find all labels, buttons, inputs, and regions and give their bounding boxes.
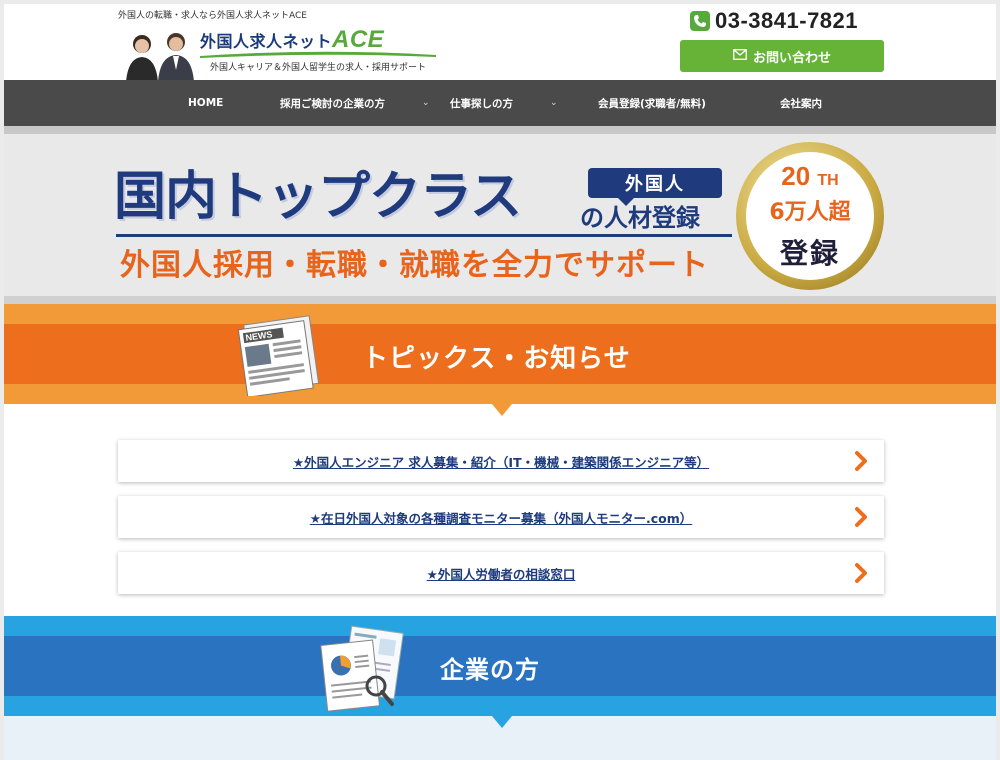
topic-link[interactable]: ★外国人労働者の相談窓口 [427,564,576,583]
hero-subline: 外国人採用・転職・就職を全力でサポート [120,248,709,283]
hero-headline: 国内トップクラス [114,167,522,227]
hero-underline [116,234,732,237]
page-frame: 外国人の転職・求人なら外国人求人ネットACE 外国人求人ネットACE 外国人キャ… [4,4,996,760]
badge-inner: 20 TH 6万人超 登録 [746,152,874,280]
hero-tag-top: 外国人 [588,168,722,206]
hero-bottom-divider [4,296,996,304]
topic-item[interactable]: ★在日外国人対象の各種調査モニター募集（外国人モニター.com） [118,496,884,538]
site-tagline: 外国人の転職・求人なら外国人求人ネットACE [118,11,307,21]
logo-ace-text: ACE [332,26,385,53]
chevron-down-icon[interactable]: ⌄ [550,80,558,126]
chevron-right-icon [855,563,867,583]
badge-suffix: TH [817,171,839,189]
logo-people-image [126,33,194,82]
badge-line2: 6万人超 [769,199,851,225]
report-document-icon [320,625,404,712]
nav-item-jobseekers[interactable]: 仕事探しの方 [450,80,513,126]
nav-item-home[interactable]: HOME [188,80,223,126]
company-pointer [492,716,512,728]
logo-swoosh [200,51,436,58]
topic-item[interactable]: ★外国人エンジニア 求人募集・紹介（IT・機械・建築関係エンジニア等） [118,440,884,482]
topics-title: トピックス・お知らせ [362,344,631,374]
nav-item-label: HOME [188,97,224,109]
topic-link[interactable]: ★外国人エンジニア 求人募集・紹介（IT・機械・建築関係エンジニア等） [293,452,709,471]
contact-button[interactable]: お問い合わせ [680,40,884,72]
chevron-right-icon [855,451,867,471]
nav-item-label: 会員登録(求職者/無料) [598,97,706,110]
nav-item-company[interactable]: 会社案内 [780,80,822,126]
topic-link[interactable]: ★在日外国人対象の各種調査モニター募集（外国人モニター.com） [310,508,692,527]
contact-button-label: お問い合わせ [752,50,831,66]
phone-number-text: 03-3841-7821 [715,8,859,33]
badge-line1: 20 TH [781,161,838,192]
nav-item-employers[interactable]: 採用ご検討の企業の方 [280,80,385,126]
hero-divider [4,126,996,134]
nav-item-label: 会社案内 [780,97,822,110]
chevron-down-icon[interactable]: ⌄ [422,80,430,126]
anniversary-badge: 20 TH 6万人超 登録 [736,142,884,290]
company-title: 企業の方 [440,656,540,684]
nav-item-label: 採用ご検討の企業の方 [280,97,385,110]
phone-number[interactable]: 03-3841-7821 [690,8,858,34]
main-nav: HOME 採用ご検討の企業の方 ⌄ 仕事探しの方 ⌄ 会員登録(求職者/無料) … [4,80,996,126]
nav-item-label: 仕事探しの方 [450,97,513,110]
hero-tag-bottom: の人材登録 [580,203,700,232]
logo-title-text: 外国人求人ネット [200,32,333,51]
newspaper-icon: NEWS [237,315,320,396]
badge-line3: 登録 [779,236,840,270]
logo-subtitle: 外国人キャリア＆外国人留学生の求人・採用サポート [210,63,427,73]
phone-icon [690,11,710,31]
nav-item-register[interactable]: 会員登録(求職者/無料) [598,80,706,126]
topic-item[interactable]: ★外国人労働者の相談窓口 [118,552,884,594]
topics-pointer [492,404,512,416]
badge-number: 20 [781,160,811,191]
chevron-right-icon [855,507,867,527]
mail-icon [733,48,747,64]
